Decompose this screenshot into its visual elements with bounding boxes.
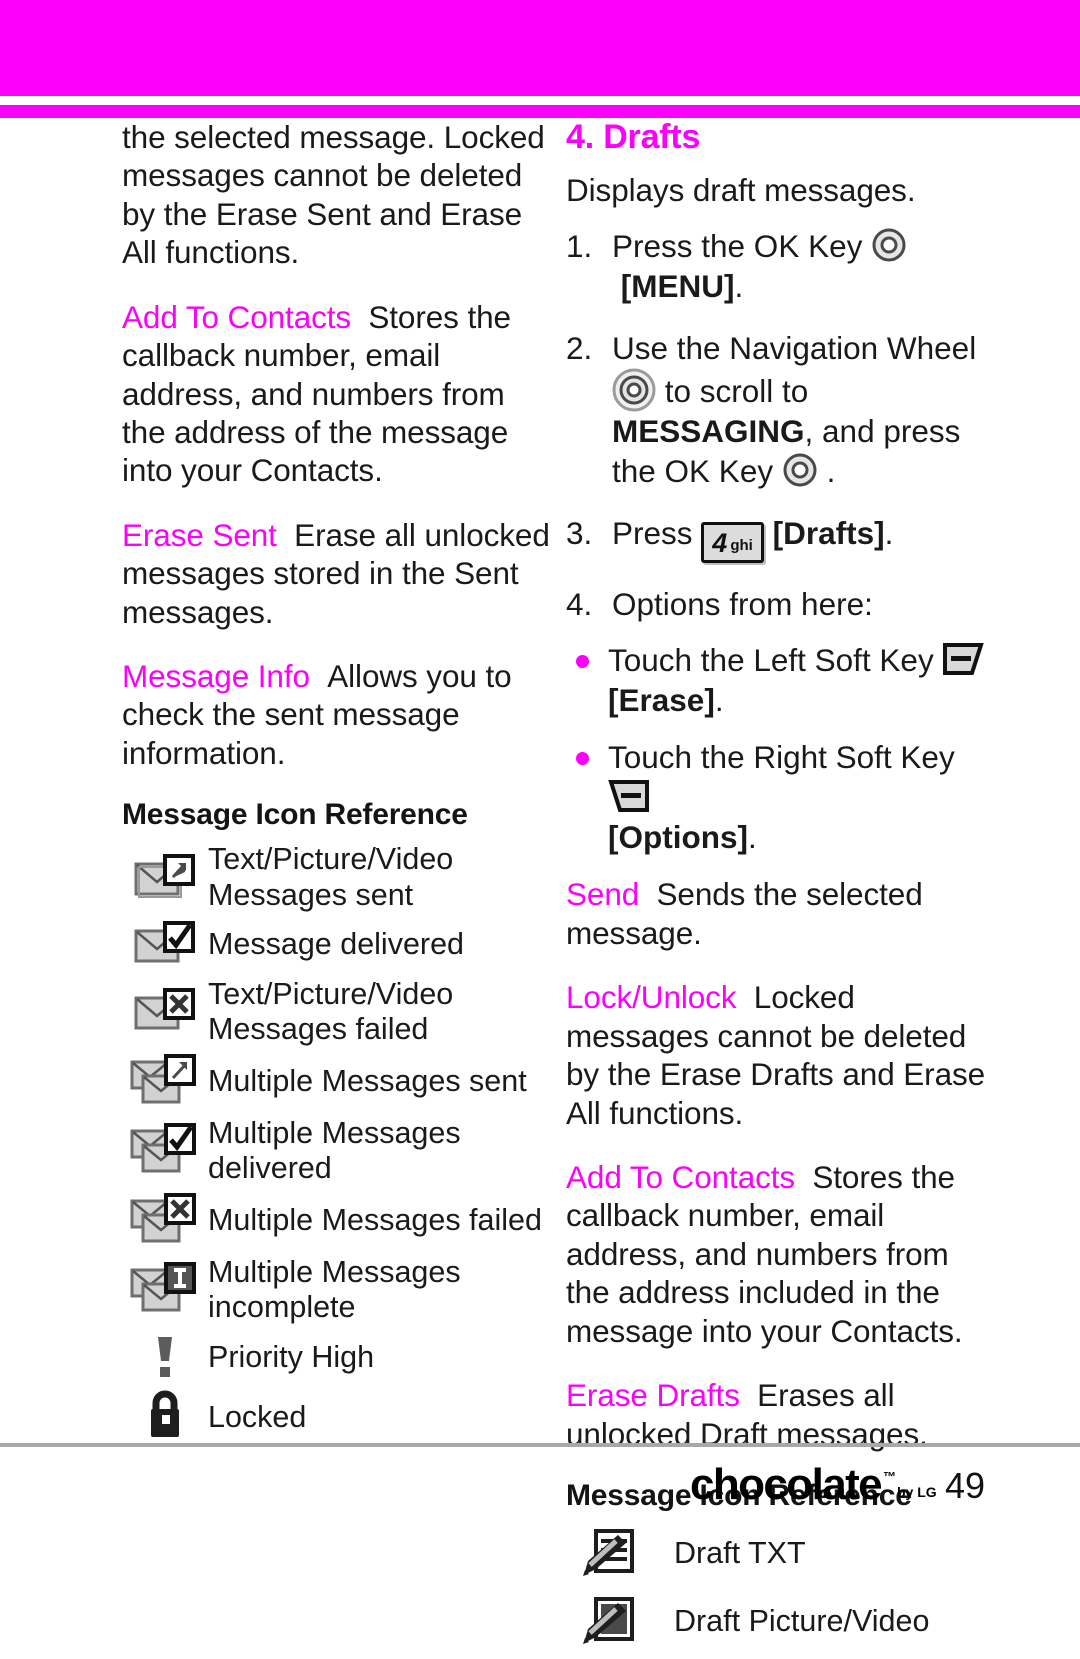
icon-reference-label: Draft Picture/Video <box>674 1604 930 1639</box>
term-label: Add To Contacts <box>122 298 352 335</box>
term-label: Add To Contacts <box>566 1159 796 1196</box>
header-accent-rule <box>0 105 1080 118</box>
icon-reference-row: Multiple Messages sent <box>122 1053 552 1110</box>
draft-text-icon <box>566 1525 674 1583</box>
steps-list: 1. Press the OK Key [MENU]. 2. Use the N… <box>566 227 996 625</box>
continued-paragraph: the selected message. Locked messages ca… <box>122 119 545 271</box>
step-item: 3. Press 4 ghi [Drafts]. <box>566 514 996 564</box>
options-bullet-list: Touch the Left Soft Key [Erase]. Touch t… <box>566 641 996 857</box>
icon-reference-label: Priority High <box>208 1339 375 1374</box>
multi-envelope-incomplete-icon <box>122 1261 208 1318</box>
term-label: Erase Drafts <box>566 1377 740 1414</box>
icon-reference-label: Multiple Messages incomplete <box>208 1254 461 1324</box>
icon-reference-row: Draft TXT <box>566 1523 996 1585</box>
envelope-check-icon <box>122 919 208 971</box>
step-text-mid: to scroll to <box>664 373 809 410</box>
bullet-item-right-soft-key: Touch the Right Soft Key [Options]. <box>572 738 996 857</box>
step-text-pre: Press <box>612 514 702 551</box>
header-color-band <box>0 0 1080 96</box>
icon-reference-row: Locked <box>122 1389 552 1445</box>
page-content: the selected message. Locked messages ca… <box>0 118 1080 1644</box>
bullet-text-pre: Touch the Left Soft Key <box>608 642 943 679</box>
term-label: Lock/Unlock <box>566 979 737 1016</box>
footer-divider <box>0 1443 1080 1447</box>
left-soft-key-icon <box>942 642 985 676</box>
term-block-lock-unlock: Lock/Unlock Locked messages cannot be de… <box>566 978 996 1132</box>
bullet-item-left-soft-key: Touch the Left Soft Key [Erase]. <box>572 641 996 720</box>
chocolate-logo: chocolate ™by LG <box>690 1460 937 1510</box>
icon-reference-label: Multiple Messages delivered <box>208 1115 461 1186</box>
bullet-keyword: [Erase] <box>608 681 715 718</box>
bullet-tail: . <box>747 818 757 855</box>
icon-reference-row: Draft Picture/Video <box>566 1591 996 1653</box>
step-item: 1. Press the OK Key [MENU]. <box>566 227 996 306</box>
trademark-symbol: ™ <box>883 1469 896 1484</box>
bullet-dot-icon <box>576 752 589 766</box>
envelope-x-icon <box>122 986 208 1038</box>
term-block-send: Send Sends the selected message. <box>566 875 996 952</box>
term-label: Message Info <box>122 658 310 695</box>
priority-high-icon <box>122 1331 208 1383</box>
step-keyword-messaging: MESSAGING <box>612 413 805 450</box>
icon-reference-row: Priority High <box>122 1331 552 1383</box>
brand-name: chocolate <box>690 1460 883 1509</box>
right-column: 4. Drafts Displays draft messages. 1. Pr… <box>566 118 996 1659</box>
step-number: 2. <box>566 329 593 366</box>
multi-envelope-x-icon <box>122 1192 208 1249</box>
icon-reference-row: Text/Picture/Video Messages failed <box>122 977 552 1048</box>
bullet-keyword: [Options] <box>608 818 748 855</box>
left-column: the selected message. Locked messages ca… <box>122 118 552 1451</box>
icon-reference-label: Multiple Messages sent <box>208 1064 527 1099</box>
term-block-add-to-contacts: Add To Contacts Stores the callback numb… <box>566 1158 996 1350</box>
icon-reference-label: Text/Picture/Video Messages failed <box>208 977 454 1047</box>
icon-reference-label: Message delivered <box>208 927 465 962</box>
ok-key-icon <box>871 227 907 263</box>
bullet-dot-icon <box>576 655 589 669</box>
step-keyword-menu: [MENU] <box>620 268 735 305</box>
envelope-arrow-icon <box>122 852 208 904</box>
step-item: 4. Options from here: <box>566 585 996 625</box>
icon-reference-row: Text/Picture/Video Messages sent <box>122 842 552 913</box>
keycap-digit: 4 <box>712 527 728 558</box>
step-text-pre: Use the Navigation Wheel <box>612 329 977 366</box>
icon-reference-row: Multiple Messages incomplete <box>122 1255 552 1326</box>
navigation-wheel-icon <box>612 368 656 412</box>
term-block-message-info: Message Info Allows you to check the sen… <box>122 657 552 772</box>
term-block-erase-drafts: Erase Drafts Erases all unlocked Draft m… <box>566 1376 996 1453</box>
right-soft-key-icon <box>608 779 650 813</box>
icon-reference-label: Draft TXT <box>674 1536 806 1571</box>
draft-picture-icon <box>566 1593 674 1651</box>
icon-reference-label: Locked <box>208 1399 307 1434</box>
step-text-pre: Options from here: <box>612 586 873 623</box>
page-title: 4. Drafts <box>566 118 701 156</box>
bullet-tail: . <box>714 681 724 718</box>
page-number: 49 <box>945 1465 986 1506</box>
icon-reference-row: Multiple Messages failed <box>122 1192 552 1249</box>
keycap-letters: ghi <box>730 536 753 554</box>
icon-reference-heading-left: Message Icon Reference <box>122 798 468 832</box>
ok-key-icon <box>782 452 818 488</box>
multi-envelope-check-icon <box>122 1123 208 1179</box>
step-number: 4. <box>566 586 593 623</box>
term-block-add-to-contacts: Add To Contacts Stores the callback numb… <box>122 298 552 490</box>
section-intro: Displays draft messages. <box>566 172 916 208</box>
term-label: Erase Sent <box>122 516 277 553</box>
term-label: Send <box>566 876 640 913</box>
icon-reference-label: Text/Picture/Video Messages sent <box>208 842 454 912</box>
step-number: 1. <box>566 228 593 265</box>
step-text-pre: Press the OK Key <box>612 228 872 265</box>
step-item: 2. Use the Navigation Wheel to scroll to… <box>566 329 977 490</box>
multi-envelope-arrow-icon <box>122 1053 208 1110</box>
icon-reference-row: Message delivered <box>122 919 552 971</box>
step-number: 3. <box>566 514 593 551</box>
key-4-ghi-icon: 4 ghi <box>701 521 764 564</box>
brand-by-lg: by LG <box>897 1484 937 1500</box>
icon-reference-row: Multiple Messages delivered <box>122 1116 552 1187</box>
icon-reference-label: Multiple Messages failed <box>208 1202 542 1237</box>
bullet-text-pre: Touch the Right Soft Key <box>608 739 955 776</box>
page-footer: chocolate ™by LG 49 <box>0 1455 1080 1525</box>
term-block-erase-sent: Erase Sent Erase all unlocked messages s… <box>122 516 552 631</box>
step-keyword-drafts: [Drafts] <box>772 514 885 551</box>
padlock-icon <box>122 1389 208 1445</box>
